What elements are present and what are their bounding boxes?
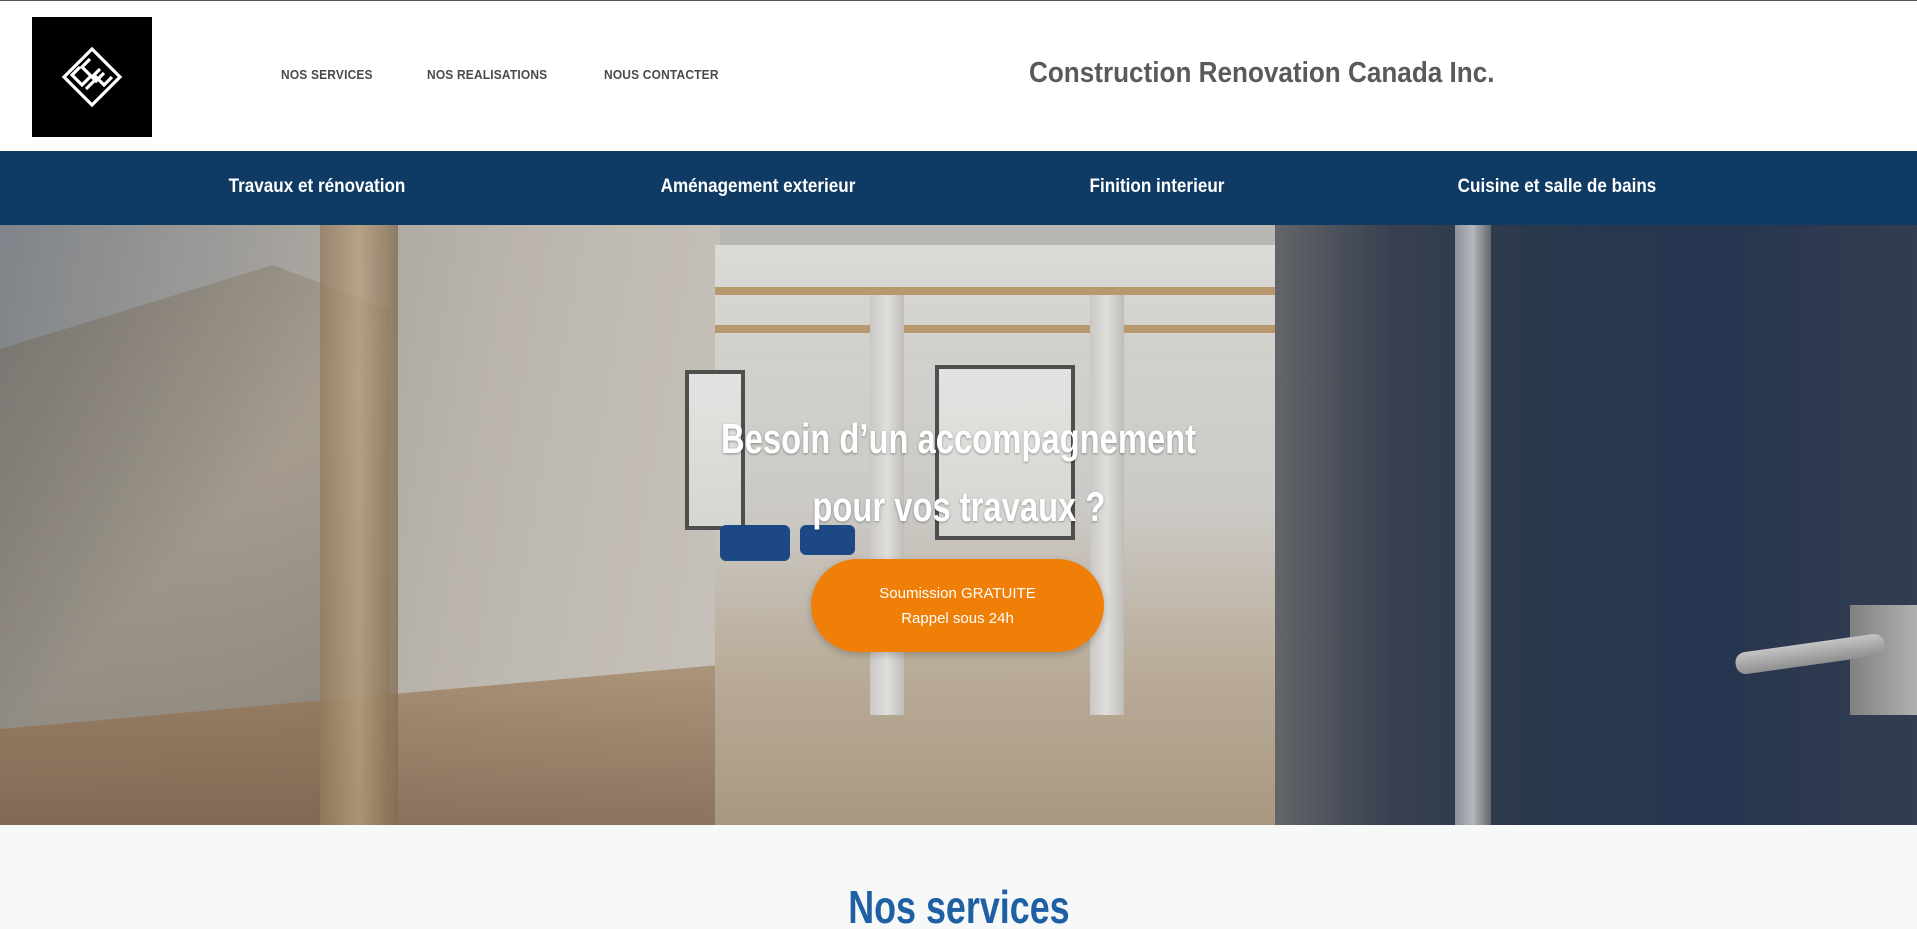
category-travaux-renovation[interactable]: Travaux et rénovation [229, 176, 406, 198]
category-finition-interieur[interactable]: Finition interieur [1090, 176, 1225, 198]
company-name: Construction Renovation Canada Inc. [1029, 57, 1495, 89]
nav-nos-realisations[interactable]: NOS REALISATIONS [427, 67, 547, 82]
company-logo[interactable] [32, 17, 152, 137]
category-amenagement-exterieur[interactable]: Aménagement exterieur [661, 176, 856, 198]
top-nav: NOS SERVICES NOS REALISATIONS NOUS CONTA… [281, 67, 728, 82]
nav-nous-contacter[interactable]: NOUS CONTACTER [604, 67, 719, 82]
site-header: NOS SERVICES NOS REALISATIONS NOUS CONTA… [0, 0, 1917, 151]
services-title-text: Nos services [847, 881, 1070, 929]
hero-title: Besoin d’un accompagnement pour vos trav… [0, 405, 1917, 541]
cta-line-1: Soumission GRATUITE [879, 584, 1036, 602]
hero-title-line-2: pour vos travaux ? [811, 483, 1106, 530]
services-title: Nos services [0, 882, 1917, 929]
hero-section: Besoin d’un accompagnement pour vos trav… [0, 225, 1917, 825]
free-quote-button[interactable]: Soumission GRATUITE Rappel sous 24h [811, 559, 1104, 652]
hero-title-line-1: Besoin d’un accompagnement [720, 415, 1197, 462]
crc-logo-icon [61, 46, 123, 108]
nav-nos-services[interactable]: NOS SERVICES [281, 67, 373, 82]
category-bar: Travaux et rénovation Aménagement exteri… [0, 151, 1917, 225]
category-cuisine-salle-de-bains[interactable]: Cuisine et salle de bains [1458, 176, 1657, 198]
cta-line-2: Rappel sous 24h [901, 609, 1014, 627]
services-section: Nos services [0, 825, 1917, 929]
